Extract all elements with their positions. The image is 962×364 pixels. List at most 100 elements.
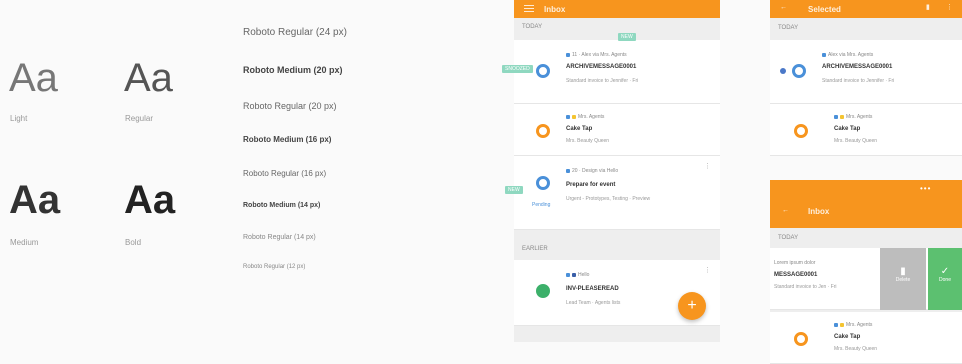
more-icon[interactable]: ⋮ xyxy=(704,163,711,170)
list-item[interactable]: Mrs. Agents Cake Tap Mrs. Beauty Queen xyxy=(770,104,962,156)
badge-snoozed: SNOOZED xyxy=(502,65,533,73)
label-dot xyxy=(566,168,570,173)
list-item[interactable]: Mrs. Agents Cake Tap Mrs. Beauty Queen xyxy=(514,104,720,156)
item-meta-text: Alex via Mrs. Agents xyxy=(828,52,874,58)
list-item-selected[interactable]: Alex via Mrs. Agents ARCHIVEMESSAGE0001 … xyxy=(770,40,962,104)
item-side-label: Pending xyxy=(532,202,551,208)
item-meta-text: Hello xyxy=(578,272,590,278)
specimen-glyph-medium: Aa xyxy=(9,178,61,222)
phone-screen-inbox: Inbox TODAY 11 · Alex via Mrs. Agents AR… xyxy=(514,0,720,342)
label-dot xyxy=(834,114,838,119)
star-icon xyxy=(572,114,576,119)
item-title: Cake Tap xyxy=(566,126,593,132)
delete-icon[interactable]: ▮ xyxy=(926,4,932,11)
app-bar-title: Selected xyxy=(808,5,841,14)
status-dots-icon: ••• xyxy=(920,184,932,193)
phone-screen-selected: ← Selected ▮ ⋮ TODAY Alex via Mrs. Agent… xyxy=(770,0,962,156)
specimen-caption-medium: Medium xyxy=(10,238,39,247)
specimen-glyph-light: Aa xyxy=(9,56,58,100)
type-style-item: Roboto Medium (20 px) xyxy=(243,65,343,75)
item-subtitle: Standard invoice to Jen · Fri xyxy=(774,284,837,290)
item-meta: Lorem ipsum dolor xyxy=(774,260,816,266)
app-bar-title: Inbox xyxy=(544,5,566,14)
avatar xyxy=(794,332,808,346)
item-subtitle: Mrs. Beauty Queen xyxy=(834,138,878,144)
specimen-caption-bold: Bold xyxy=(125,238,142,247)
item-subtitle: Standard invoice to Jennifer · Fri xyxy=(822,78,895,84)
item-meta-text: Mrs. Agents xyxy=(846,114,873,120)
item-meta: Hello xyxy=(566,272,589,278)
item-title: ARCHIVEMESSAGE0001 xyxy=(822,64,893,70)
check-icon: ✓ xyxy=(940,266,950,277)
type-style-item: Roboto Regular (20 px) xyxy=(243,101,337,111)
item-title: ARCHIVEMESSAGE0001 xyxy=(566,64,637,70)
section-header-earlier: EARLIER xyxy=(522,246,548,252)
label-dot xyxy=(566,272,570,277)
item-subtitle: Mrs. Beauty Queen xyxy=(566,138,610,144)
phone-screen-swipe: ••• ← Inbox TODAY Lorem ipsum dolor MESS… xyxy=(770,180,962,364)
list-item[interactable]: Mrs. Agents Cake Tap Mrs. Beauty Queen xyxy=(770,312,962,364)
type-style-item: Roboto Regular (24 px) xyxy=(243,27,347,38)
back-arrow-icon[interactable]: ← xyxy=(780,4,787,11)
list-item[interactable]: 11 · Alex via Mrs. Agents ARCHIVEMESSAGE… xyxy=(514,40,720,104)
avatar xyxy=(794,124,808,138)
item-meta: Mrs. Agents xyxy=(834,322,872,328)
selected-indicator-icon xyxy=(780,68,786,74)
badge-new: NEW xyxy=(618,33,636,41)
swipe-done-button[interactable]: ✓ Done xyxy=(928,248,962,310)
trash-icon: ▮ xyxy=(900,266,906,277)
section-header-today: TODAY xyxy=(522,24,543,30)
back-arrow-icon[interactable]: ← xyxy=(782,207,789,214)
app-bar: ← Selected ▮ ⋮ xyxy=(770,0,962,18)
item-title: INV-PLEASEREAD xyxy=(566,286,619,292)
item-meta: Mrs. Agents xyxy=(834,114,872,120)
item-meta: 20 · Design via Hello xyxy=(566,168,618,174)
type-style-item: Roboto Regular (14 px) xyxy=(243,234,316,241)
item-title: Cake Tap xyxy=(834,126,861,132)
item-meta-text: Mrs. Agents xyxy=(578,114,605,120)
swipe-delete-button[interactable]: ▮ Delete xyxy=(880,248,926,310)
list-item[interactable]: Pending 20 · Design via Hello Prepare fo… xyxy=(514,156,720,230)
item-meta: 11 · Alex via Mrs. Agents xyxy=(566,52,627,58)
type-style-item: Roboto Regular (12 px) xyxy=(243,264,306,270)
star-icon xyxy=(840,114,844,119)
app-bar-title: Inbox xyxy=(808,207,830,216)
item-meta-text: 20 · Design via Hello xyxy=(572,168,619,174)
badge-new: NEW xyxy=(505,186,523,194)
item-title: Cake Tap xyxy=(834,334,861,340)
item-meta: Alex via Mrs. Agents xyxy=(822,52,873,58)
type-style-item: Roboto Regular (16 px) xyxy=(243,169,327,178)
app-bar: ••• ← Inbox xyxy=(770,180,962,228)
more-icon[interactable]: ⋮ xyxy=(946,4,953,11)
item-meta-text: Mrs. Agents xyxy=(846,322,873,328)
item-meta-text: 11 · Alex via Mrs. Agents xyxy=(572,52,627,58)
app-bar: Inbox xyxy=(514,0,720,18)
star-icon xyxy=(840,322,844,327)
label-dot xyxy=(834,322,838,327)
item-subtitle: Standard invoice to Jennifer · Fri xyxy=(566,78,639,84)
item-meta: Mrs. Agents xyxy=(566,114,604,120)
section-header: TODAY xyxy=(778,235,799,241)
section-header: TODAY xyxy=(778,25,799,31)
specimen-glyph-bold: Aa xyxy=(124,178,176,222)
compose-fab-button[interactable]: + xyxy=(678,292,706,320)
avatar xyxy=(536,176,550,190)
label-dot xyxy=(822,52,826,57)
label-dot xyxy=(566,52,570,57)
list-item-swiping[interactable]: Lorem ipsum dolor MESSAGE0001 Standard i… xyxy=(770,248,962,310)
avatar xyxy=(536,124,550,138)
swipe-done-label: Done xyxy=(939,277,951,283)
item-title: Prepare for event xyxy=(566,182,616,188)
swipe-delete-label: Delete xyxy=(895,277,911,283)
menu-icon[interactable] xyxy=(524,5,534,12)
specimen-caption-regular: Regular xyxy=(125,114,154,123)
more-icon[interactable]: ⋮ xyxy=(704,267,711,274)
avatar xyxy=(536,284,550,298)
type-style-item: Roboto Medium (14 px) xyxy=(243,202,321,209)
avatar xyxy=(536,64,550,78)
folder-icon xyxy=(572,272,576,277)
item-subtitle: Mrs. Beauty Queen xyxy=(834,346,878,352)
type-style-item: Roboto Medium (16 px) xyxy=(243,135,332,144)
specimen-glyph-regular: Aa xyxy=(124,56,173,100)
label-dot xyxy=(566,114,570,119)
